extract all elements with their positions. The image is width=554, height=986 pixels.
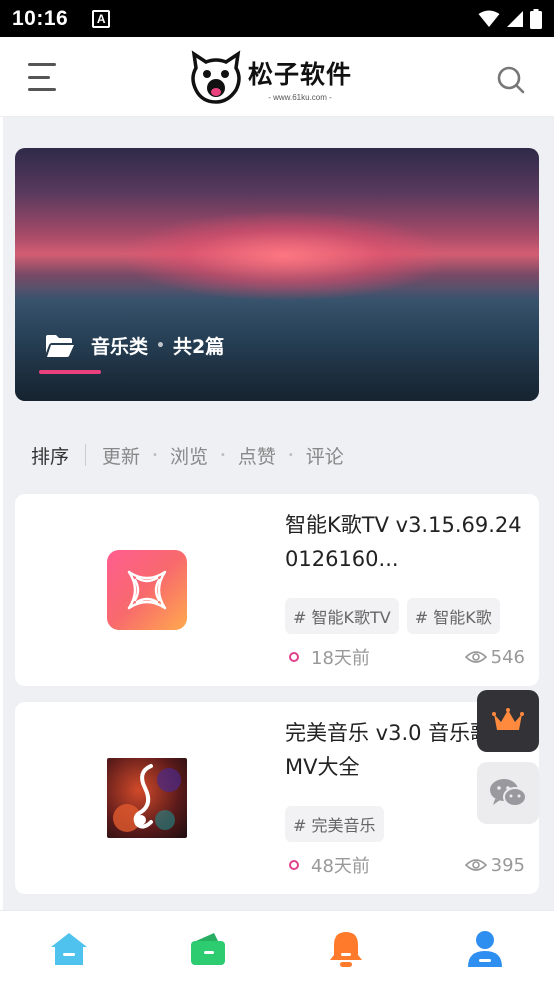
sort-separator: • <box>219 449 226 461</box>
menu-button[interactable] <box>28 63 60 91</box>
eye-icon <box>464 859 487 871</box>
post-tag[interactable]: # 智能K歌TV <box>285 598 399 634</box>
post-tags: # 完美音乐 <box>285 806 384 842</box>
post-meta: 18天前 546 <box>285 644 525 670</box>
post-views: 395 <box>464 854 525 876</box>
sort-separator: • <box>152 449 158 461</box>
post-title[interactable]: 智能K歌TV v3.15.69.240126160... <box>285 508 525 576</box>
vip-button[interactable] <box>477 690 539 752</box>
crown-icon <box>492 708 524 730</box>
nav-notifications[interactable] <box>316 919 376 979</box>
app-header: 松子软件 - www.61ku.com - <box>0 37 554 117</box>
post-tags: # 智能K歌TV # 智能K歌 <box>285 598 500 634</box>
karaoke-app-icon <box>127 570 167 610</box>
logo-title: 松子软件 <box>248 59 353 89</box>
sort-title: 排序 <box>31 445 70 468</box>
logo-text: 松子软件 - www.61ku.com - <box>248 55 352 102</box>
sort-option-comments[interactable]: 评论 <box>306 442 344 469</box>
post-view-count: 395 <box>490 854 525 876</box>
user-icon <box>467 930 502 967</box>
app-thumbnail[interactable] <box>107 758 187 838</box>
logo-subtitle: - www.61ku.com - <box>268 92 332 102</box>
banner-overlay <box>15 148 539 401</box>
status-indicators <box>478 8 542 29</box>
post-count: 共2篇 <box>172 336 225 358</box>
menu-line-icon <box>28 75 50 79</box>
banner-separator: • <box>156 337 165 354</box>
folder-open-icon <box>46 334 74 357</box>
wallet-icon <box>190 932 225 965</box>
menu-line-icon <box>28 88 56 91</box>
wechat-icon <box>490 779 527 807</box>
nav-wallet[interactable] <box>178 919 238 979</box>
window-edge <box>0 37 3 986</box>
nav-home[interactable] <box>39 919 99 979</box>
banner-underline <box>39 370 101 374</box>
post-view-count: 546 <box>490 646 525 668</box>
wifi-icon <box>478 10 500 27</box>
category-name: 音乐类 <box>91 336 149 358</box>
category-banner: 音乐类 • 共2篇 <box>15 148 539 401</box>
notification-icon: A <box>92 9 111 28</box>
sort-separator: • <box>287 449 294 461</box>
status-time: 10:16 <box>12 6 69 30</box>
sort-bar: 排序 更新 • 浏览 • 点赞 • 评论 <box>31 440 344 470</box>
app-thumbnail[interactable] <box>107 550 187 630</box>
post-meta: 48天前 395 <box>285 852 525 878</box>
post-time: 18天前 <box>311 648 370 669</box>
bell-icon <box>330 931 363 967</box>
post-time: 48天前 <box>311 856 370 877</box>
sort-divider <box>85 444 87 466</box>
post-tag[interactable]: # 智能K歌 <box>406 598 500 634</box>
battery-icon <box>530 8 542 29</box>
music-note-artwork-icon <box>113 764 181 832</box>
sort-option-update[interactable]: 更新 <box>102 442 140 469</box>
cat-mascot-icon <box>191 50 241 104</box>
signal-icon <box>507 10 523 27</box>
home-icon <box>51 932 88 965</box>
search-icon[interactable] <box>496 65 526 95</box>
menu-line-icon <box>28 63 56 66</box>
status-bar: 10:16 A <box>0 0 554 37</box>
eye-icon <box>464 651 487 663</box>
post-views: 546 <box>464 646 525 668</box>
sort-option-views[interactable]: 浏览 <box>170 442 208 469</box>
app-logo[interactable]: 松子软件 - www.61ku.com - <box>188 48 368 108</box>
post-card[interactable]: 完美音乐 v3.0 音乐歌曲MV大全 # 完美音乐 48天前 395 <box>15 702 539 894</box>
bottom-nav <box>0 910 554 986</box>
banner-info: 音乐类 • 共2篇 <box>45 332 224 359</box>
time-dot-icon <box>289 652 299 662</box>
post-tag[interactable]: # 完美音乐 <box>285 806 384 842</box>
post-card[interactable]: 智能K歌TV v3.15.69.240126160... # 智能K歌TV # … <box>15 494 539 686</box>
time-dot-icon <box>289 860 299 870</box>
sort-option-likes[interactable]: 点赞 <box>238 442 276 469</box>
nav-profile[interactable] <box>455 919 515 979</box>
wechat-button[interactable] <box>477 762 539 824</box>
